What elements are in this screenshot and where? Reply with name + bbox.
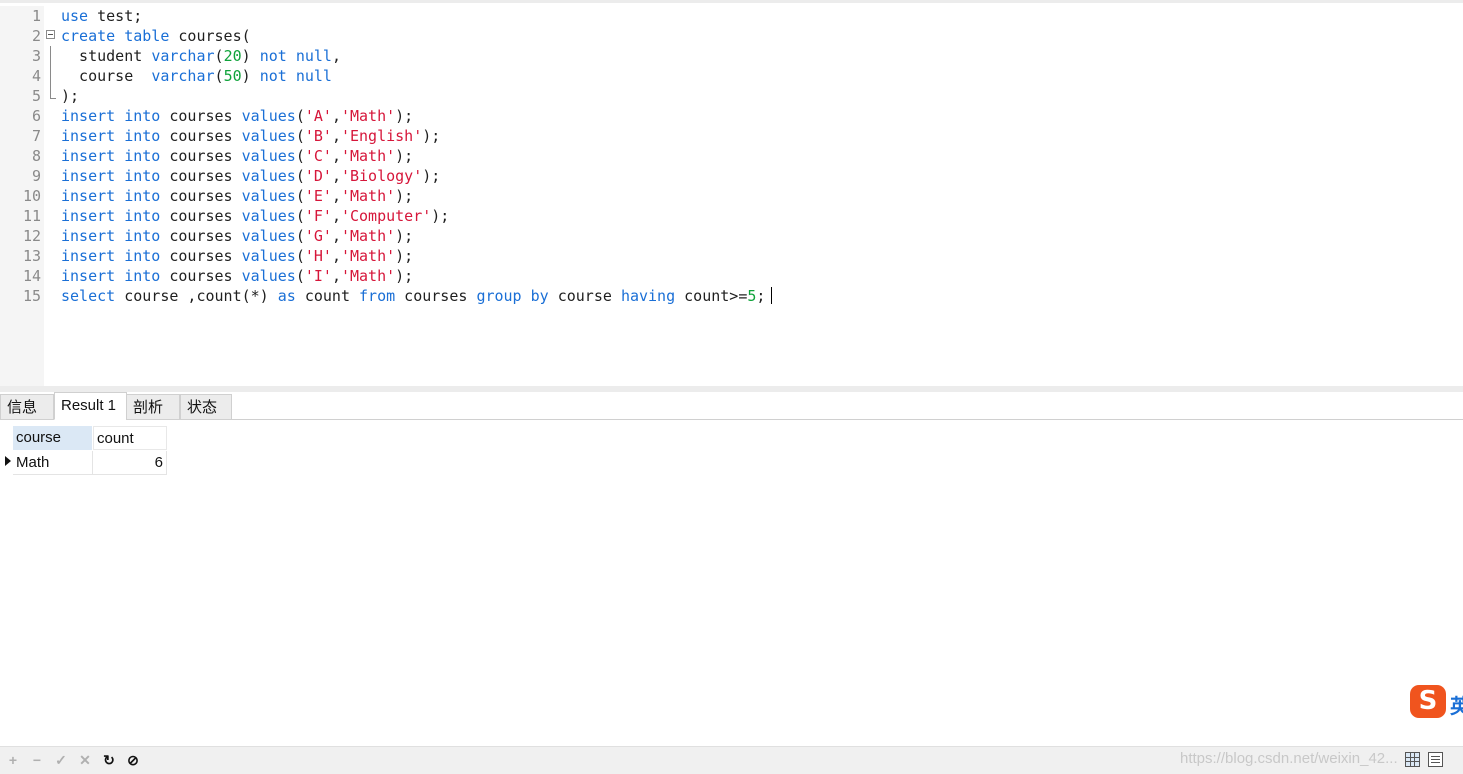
tab-result-1[interactable]: Result 1 bbox=[54, 392, 127, 420]
grid-toolbar: + − ✓ ✕ ↻ ⊘ https://blog.csdn.net/weixin… bbox=[0, 746, 1463, 774]
code-text[interactable]: insert into courses values('B','English'… bbox=[61, 126, 440, 146]
line-number: 5 bbox=[31, 87, 41, 105]
code-line[interactable]: 2 create table courses( bbox=[0, 26, 1463, 46]
code-text[interactable]: course varchar(50) not null bbox=[61, 66, 332, 86]
sql-editor[interactable]: 1 use test; 2 create table courses(3 studen… bbox=[0, 0, 1463, 388]
code-line[interactable]: 10 insert into courses values('E','Math')… bbox=[0, 186, 1463, 206]
current-row-marker-icon bbox=[5, 456, 11, 466]
line-number: 8 bbox=[31, 147, 41, 165]
code-line[interactable]: 9 insert into courses values('D','Biology… bbox=[0, 166, 1463, 186]
line-number: 4 bbox=[31, 67, 41, 85]
line-number: 3 bbox=[31, 47, 41, 65]
check-icon[interactable]: ✓ bbox=[53, 752, 69, 768]
code-text[interactable]: insert into courses values('C','Math'); bbox=[61, 146, 413, 166]
line-number: 12 bbox=[22, 227, 41, 245]
code-text[interactable]: use test; bbox=[61, 6, 142, 26]
code-text[interactable]: insert into courses values('G','Math'); bbox=[61, 226, 413, 246]
code-text[interactable]: insert into courses values('H','Math'); bbox=[61, 246, 413, 266]
code-text[interactable]: select course ,count(*) as count from co… bbox=[61, 286, 773, 306]
code-line[interactable]: 15 select course ,count(*) as count from … bbox=[0, 286, 1463, 306]
fold-guide bbox=[46, 66, 58, 86]
line-number: 15 bbox=[22, 287, 41, 305]
code-line[interactable]: 4 course varchar(50) not null bbox=[0, 66, 1463, 86]
code-line[interactable]: 14 insert into courses values('I','Math')… bbox=[0, 266, 1463, 286]
form-view-icon[interactable] bbox=[1428, 752, 1443, 767]
line-number: 2 bbox=[31, 27, 41, 45]
tab-status[interactable]: 状态 bbox=[180, 394, 232, 420]
text-caret bbox=[771, 287, 773, 304]
code-line[interactable]: 6 insert into courses values('A','Math'); bbox=[0, 106, 1463, 126]
code-text[interactable]: insert into courses values('I','Math'); bbox=[61, 266, 413, 286]
code-line[interactable]: 8 insert into courses values('C','Math'); bbox=[0, 146, 1463, 166]
line-number: 11 bbox=[22, 207, 41, 225]
table-cell-count[interactable]: 6 bbox=[93, 451, 167, 475]
watermark-text: https://blog.csdn.net/weixin_42... bbox=[1180, 750, 1398, 767]
table-cell-course[interactable]: Math bbox=[13, 451, 93, 475]
cancel-icon[interactable]: ✕ bbox=[77, 752, 93, 768]
fold-collapse-icon[interactable] bbox=[46, 30, 58, 42]
add-icon[interactable]: + bbox=[5, 752, 21, 768]
grid-view-icon[interactable] bbox=[1405, 752, 1420, 767]
line-number: 7 bbox=[31, 127, 41, 145]
sogou-logo-icon[interactable]: S bbox=[1410, 685, 1446, 718]
code-text[interactable]: insert into courses values('E','Math'); bbox=[61, 186, 413, 206]
code-text[interactable]: student varchar(20) not null, bbox=[61, 46, 341, 66]
code-text[interactable]: insert into courses values('D','Biology'… bbox=[61, 166, 440, 186]
code-line[interactable]: 5); bbox=[0, 86, 1463, 106]
refresh-icon[interactable]: ↻ bbox=[101, 752, 117, 768]
code-line[interactable]: 1 use test; bbox=[0, 6, 1463, 26]
line-number: 10 bbox=[22, 187, 41, 205]
line-number: 6 bbox=[31, 107, 41, 125]
column-header-count[interactable]: count bbox=[93, 426, 167, 450]
result-tabs: 信息 Result 1 剖析 状态 bbox=[0, 392, 1463, 420]
code-line[interactable]: 7 insert into courses values('B','English… bbox=[0, 126, 1463, 146]
code-lines[interactable]: 1 use test; 2 create table courses(3 studen… bbox=[0, 6, 1463, 306]
tab-profile[interactable]: 剖析 bbox=[126, 394, 180, 420]
code-text[interactable]: insert into courses values('A','Math'); bbox=[61, 106, 413, 126]
code-line[interactable]: 12 insert into courses values('G','Math')… bbox=[0, 226, 1463, 246]
code-text[interactable]: insert into courses values('F','Computer… bbox=[61, 206, 449, 226]
column-header-course[interactable]: course bbox=[13, 426, 93, 450]
line-number: 13 bbox=[22, 247, 41, 265]
line-number: 1 bbox=[31, 7, 41, 25]
code-line[interactable]: 3 student varchar(20) not null, bbox=[0, 46, 1463, 66]
fold-guide bbox=[46, 46, 58, 66]
ime-mode-label[interactable]: 英 bbox=[1450, 690, 1463, 719]
stop-icon[interactable]: ⊘ bbox=[125, 752, 141, 768]
code-line[interactable]: 11 insert into courses values('F','Comput… bbox=[0, 206, 1463, 226]
code-line[interactable]: 13 insert into courses values('H','Math')… bbox=[0, 246, 1463, 266]
fold-end-guide bbox=[46, 86, 58, 102]
tab-info[interactable]: 信息 bbox=[0, 394, 54, 420]
line-number: 14 bbox=[22, 267, 41, 285]
line-number: 9 bbox=[31, 167, 41, 185]
code-text[interactable]: create table courses( bbox=[61, 26, 251, 46]
remove-icon[interactable]: − bbox=[29, 752, 45, 768]
code-text[interactable]: ); bbox=[61, 86, 79, 106]
ime-floating-bar[interactable]: S 英 bbox=[1410, 684, 1463, 720]
